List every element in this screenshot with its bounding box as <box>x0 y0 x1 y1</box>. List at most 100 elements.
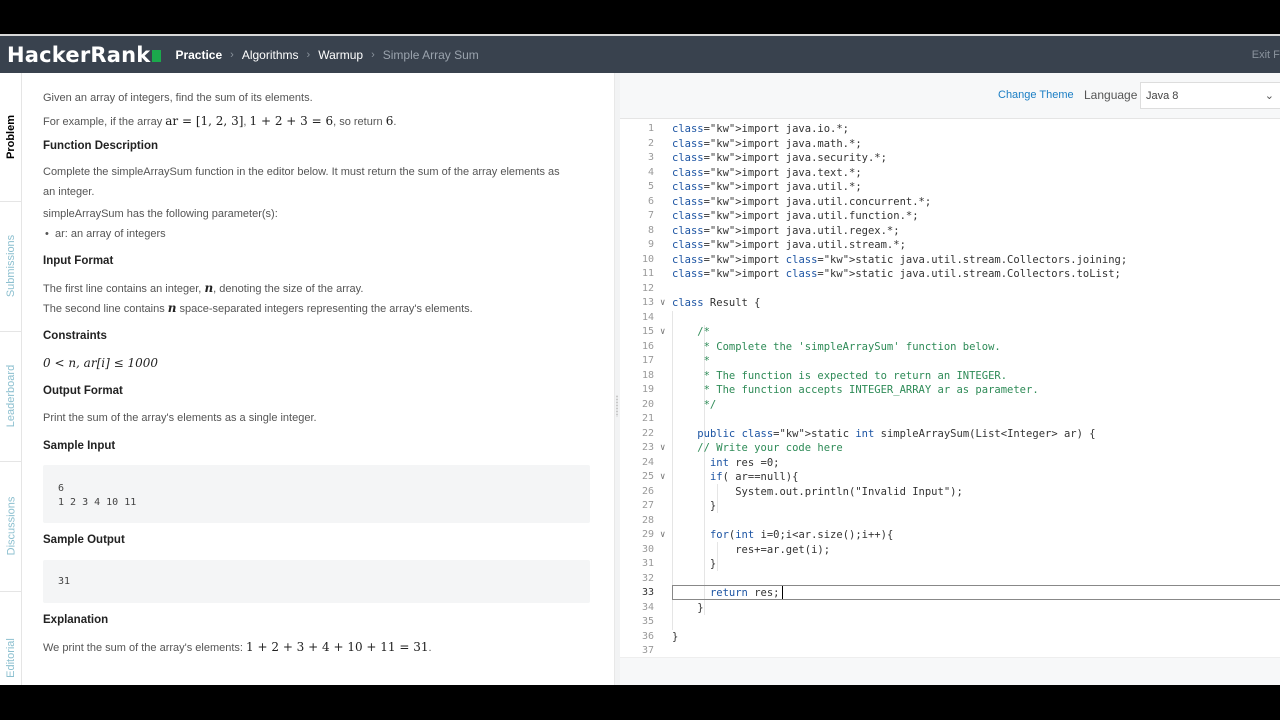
fold-toggle-icon[interactable]: ∨ <box>660 470 665 485</box>
code-line[interactable]: 4 class="kw">import java.text.*; <box>620 166 1280 181</box>
code-line[interactable]: 28 <box>620 514 1280 529</box>
breadcrumb-current: Simple Array Sum <box>382 47 479 62</box>
code-line[interactable]: 2 class="kw">import java.math.*; <box>620 137 1280 152</box>
code-line[interactable]: 8 class="kw">import java.util.regex.*; <box>620 224 1280 239</box>
code-line[interactable]: 16 * Complete the 'simpleArraySum' funct… <box>620 340 1280 355</box>
code-text: * The function accepts INTEGER_ARRAY ar … <box>672 384 1039 396</box>
language-select[interactable]: Java 8 ⌄ <box>1140 82 1280 109</box>
line-number: 1 <box>647 123 654 134</box>
tab-editorial-label: Editorial <box>5 638 17 678</box>
grip-icon <box>616 395 618 417</box>
code-text: * The function is expected to return an … <box>672 369 1008 382</box>
code-editor[interactable]: 1 class="kw">import java.io.*; 2 class="kw"… <box>620 122 1280 657</box>
tab-submissions-label: Submissions <box>5 234 18 298</box>
fold-toggle-icon[interactable]: ∨ <box>660 296 665 311</box>
chevron-right-icon: › <box>306 48 311 61</box>
input-text: space-separated integers representing th… <box>176 303 473 315</box>
code-line[interactable]: 26 System.out.println("Invalid Input"); <box>620 485 1280 500</box>
line-number: 29 <box>641 529 654 540</box>
sample-input-heading: Sample Input <box>43 440 116 452</box>
line-number: 3 <box>647 152 654 163</box>
code-line[interactable]: 15 ∨ /* <box>620 325 1280 340</box>
explanation-math: 1 + 2 + 3 + 4 + 10 + 11 = 31 <box>246 640 429 654</box>
line-number: 34 <box>641 601 654 613</box>
code-line[interactable]: 7 class="kw">import java.util.function.*; <box>620 209 1280 224</box>
fold-toggle-icon[interactable]: ∨ <box>660 441 665 456</box>
fold-toggle-icon[interactable]: ∨ <box>660 325 665 340</box>
code-line[interactable]: 14 <box>620 311 1280 326</box>
code-line[interactable]: 35 <box>620 615 1280 630</box>
active-line-highlight <box>672 585 1280 600</box>
code-line[interactable]: 19 * The function accepts INTEGER_ARRAY … <box>620 383 1280 398</box>
code-text: } <box>672 630 679 643</box>
chevron-right-icon: › <box>230 48 234 61</box>
code-text: for(int i=0;i<ar.size();i++){ <box>709 529 894 541</box>
code-line[interactable]: 29 ∨ for(int i=0;i<ar.size();i++){ <box>620 528 1280 543</box>
tab-submissions[interactable]: Submissions <box>0 201 22 331</box>
tab-discussions[interactable]: Discussions <box>0 461 22 591</box>
code-text: class Result { <box>672 297 761 309</box>
tab-leaderboard[interactable]: Leaderboard <box>0 331 22 461</box>
code-line[interactable]: 12 <box>620 282 1280 297</box>
sample-input-box: 6 1 2 3 4 10 11 <box>43 465 590 523</box>
code-line[interactable]: 36} <box>620 630 1280 645</box>
output-format-heading: Output Format <box>43 385 123 397</box>
line-number: 32 <box>641 572 654 584</box>
code-line[interactable]: 24 int res =0; <box>620 456 1280 471</box>
line-number: 19 <box>641 384 654 395</box>
chevron-down-icon: ⌄ <box>1264 90 1274 102</box>
input-math: n <box>204 281 214 295</box>
code-line[interactable]: 21 <box>620 412 1280 427</box>
constraints-heading: Constraints <box>43 330 107 342</box>
fold-toggle-icon[interactable]: ∨ <box>660 528 665 543</box>
breadcrumb-algorithms[interactable]: Algorithms <box>242 48 299 62</box>
code-line[interactable]: 20 */ <box>620 398 1280 413</box>
code-text: * Complete the 'simpleArraySum' function… <box>672 340 1001 353</box>
code-line[interactable]: 9 class="kw">import java.util.stream.*; <box>620 238 1280 253</box>
code-line[interactable]: 23 ∨ // Write your code here <box>620 441 1280 456</box>
line-number: 26 <box>641 485 654 497</box>
code-line[interactable]: 10 class="kw">import class="kw">static ja… <box>620 253 1280 268</box>
code-line[interactable]: 25 ∨ if( ar==null){ <box>620 470 1280 485</box>
code-line[interactable]: 31 } <box>620 557 1280 572</box>
code-text: class="kw">import java.security.*; <box>672 152 887 164</box>
line-number: 18 <box>641 369 654 381</box>
logo-text: HackerRank <box>7 42 151 67</box>
code-line[interactable]: 13 ∨ class Result { <box>620 296 1280 311</box>
code-line[interactable]: 1 class="kw">import java.io.*; <box>620 122 1280 137</box>
line-number: 21 <box>641 413 654 424</box>
code-line[interactable]: 30 res+=ar.get(i); <box>620 543 1280 558</box>
param-list-item: • ar: an array of integers <box>45 227 166 241</box>
example-math: ar = [1, 2, 3] <box>165 114 244 128</box>
sample-input-line: 1 2 3 4 10 11 <box>58 497 137 508</box>
code-line[interactable]: 17 * <box>620 354 1280 369</box>
language-value: Java 8 <box>1146 90 1179 102</box>
editor-footer <box>620 657 1280 685</box>
code-line[interactable]: 34 } <box>620 601 1280 616</box>
code-text: } <box>672 601 704 614</box>
line-number: 10 <box>641 253 654 265</box>
constraint: 0 < n, ar[i] ≤ 1000 <box>43 356 158 370</box>
code-line[interactable]: 22 public class="kw">static int simpleAr… <box>620 427 1280 442</box>
line-number: 20 <box>641 398 654 410</box>
code-line[interactable]: 27 } <box>620 499 1280 514</box>
video-letterbox-bottom <box>0 685 1280 720</box>
example-math: 1 + 2 + 3 = 6 <box>249 114 334 128</box>
breadcrumb-practice[interactable]: Practice <box>175 48 222 62</box>
change-theme-link[interactable]: Change Theme <box>998 89 1074 101</box>
hackerrank-logo[interactable]: HackerRank <box>7 42 162 67</box>
sample-output-heading: Sample Output <box>43 534 125 546</box>
code-line[interactable]: 5 class="kw">import java.util.*; <box>620 180 1280 195</box>
problem-example: For example, if the array ar = [1, 2, 3]… <box>43 114 396 129</box>
breadcrumb-warmup[interactable]: Warmup <box>318 48 363 62</box>
example-text: , so return <box>333 116 386 128</box>
code-line[interactable]: 18 * The function is expected to return … <box>620 369 1280 384</box>
line-number: 24 <box>641 456 654 468</box>
exit-fullscreen-link[interactable]: Exit Fu <box>1252 49 1280 61</box>
tab-problem[interactable]: Problem <box>0 73 22 201</box>
code-line[interactable]: 6 class="kw">import java.util.concurrent.… <box>620 195 1280 210</box>
code-line[interactable]: 3 class="kw">import java.security.*; <box>620 151 1280 166</box>
code-text: class="kw">import java.util.stream.*; <box>672 239 906 251</box>
code-line[interactable]: 32 <box>620 572 1280 587</box>
code-line[interactable]: 11 class="kw">import class="kw">static ja… <box>620 267 1280 282</box>
